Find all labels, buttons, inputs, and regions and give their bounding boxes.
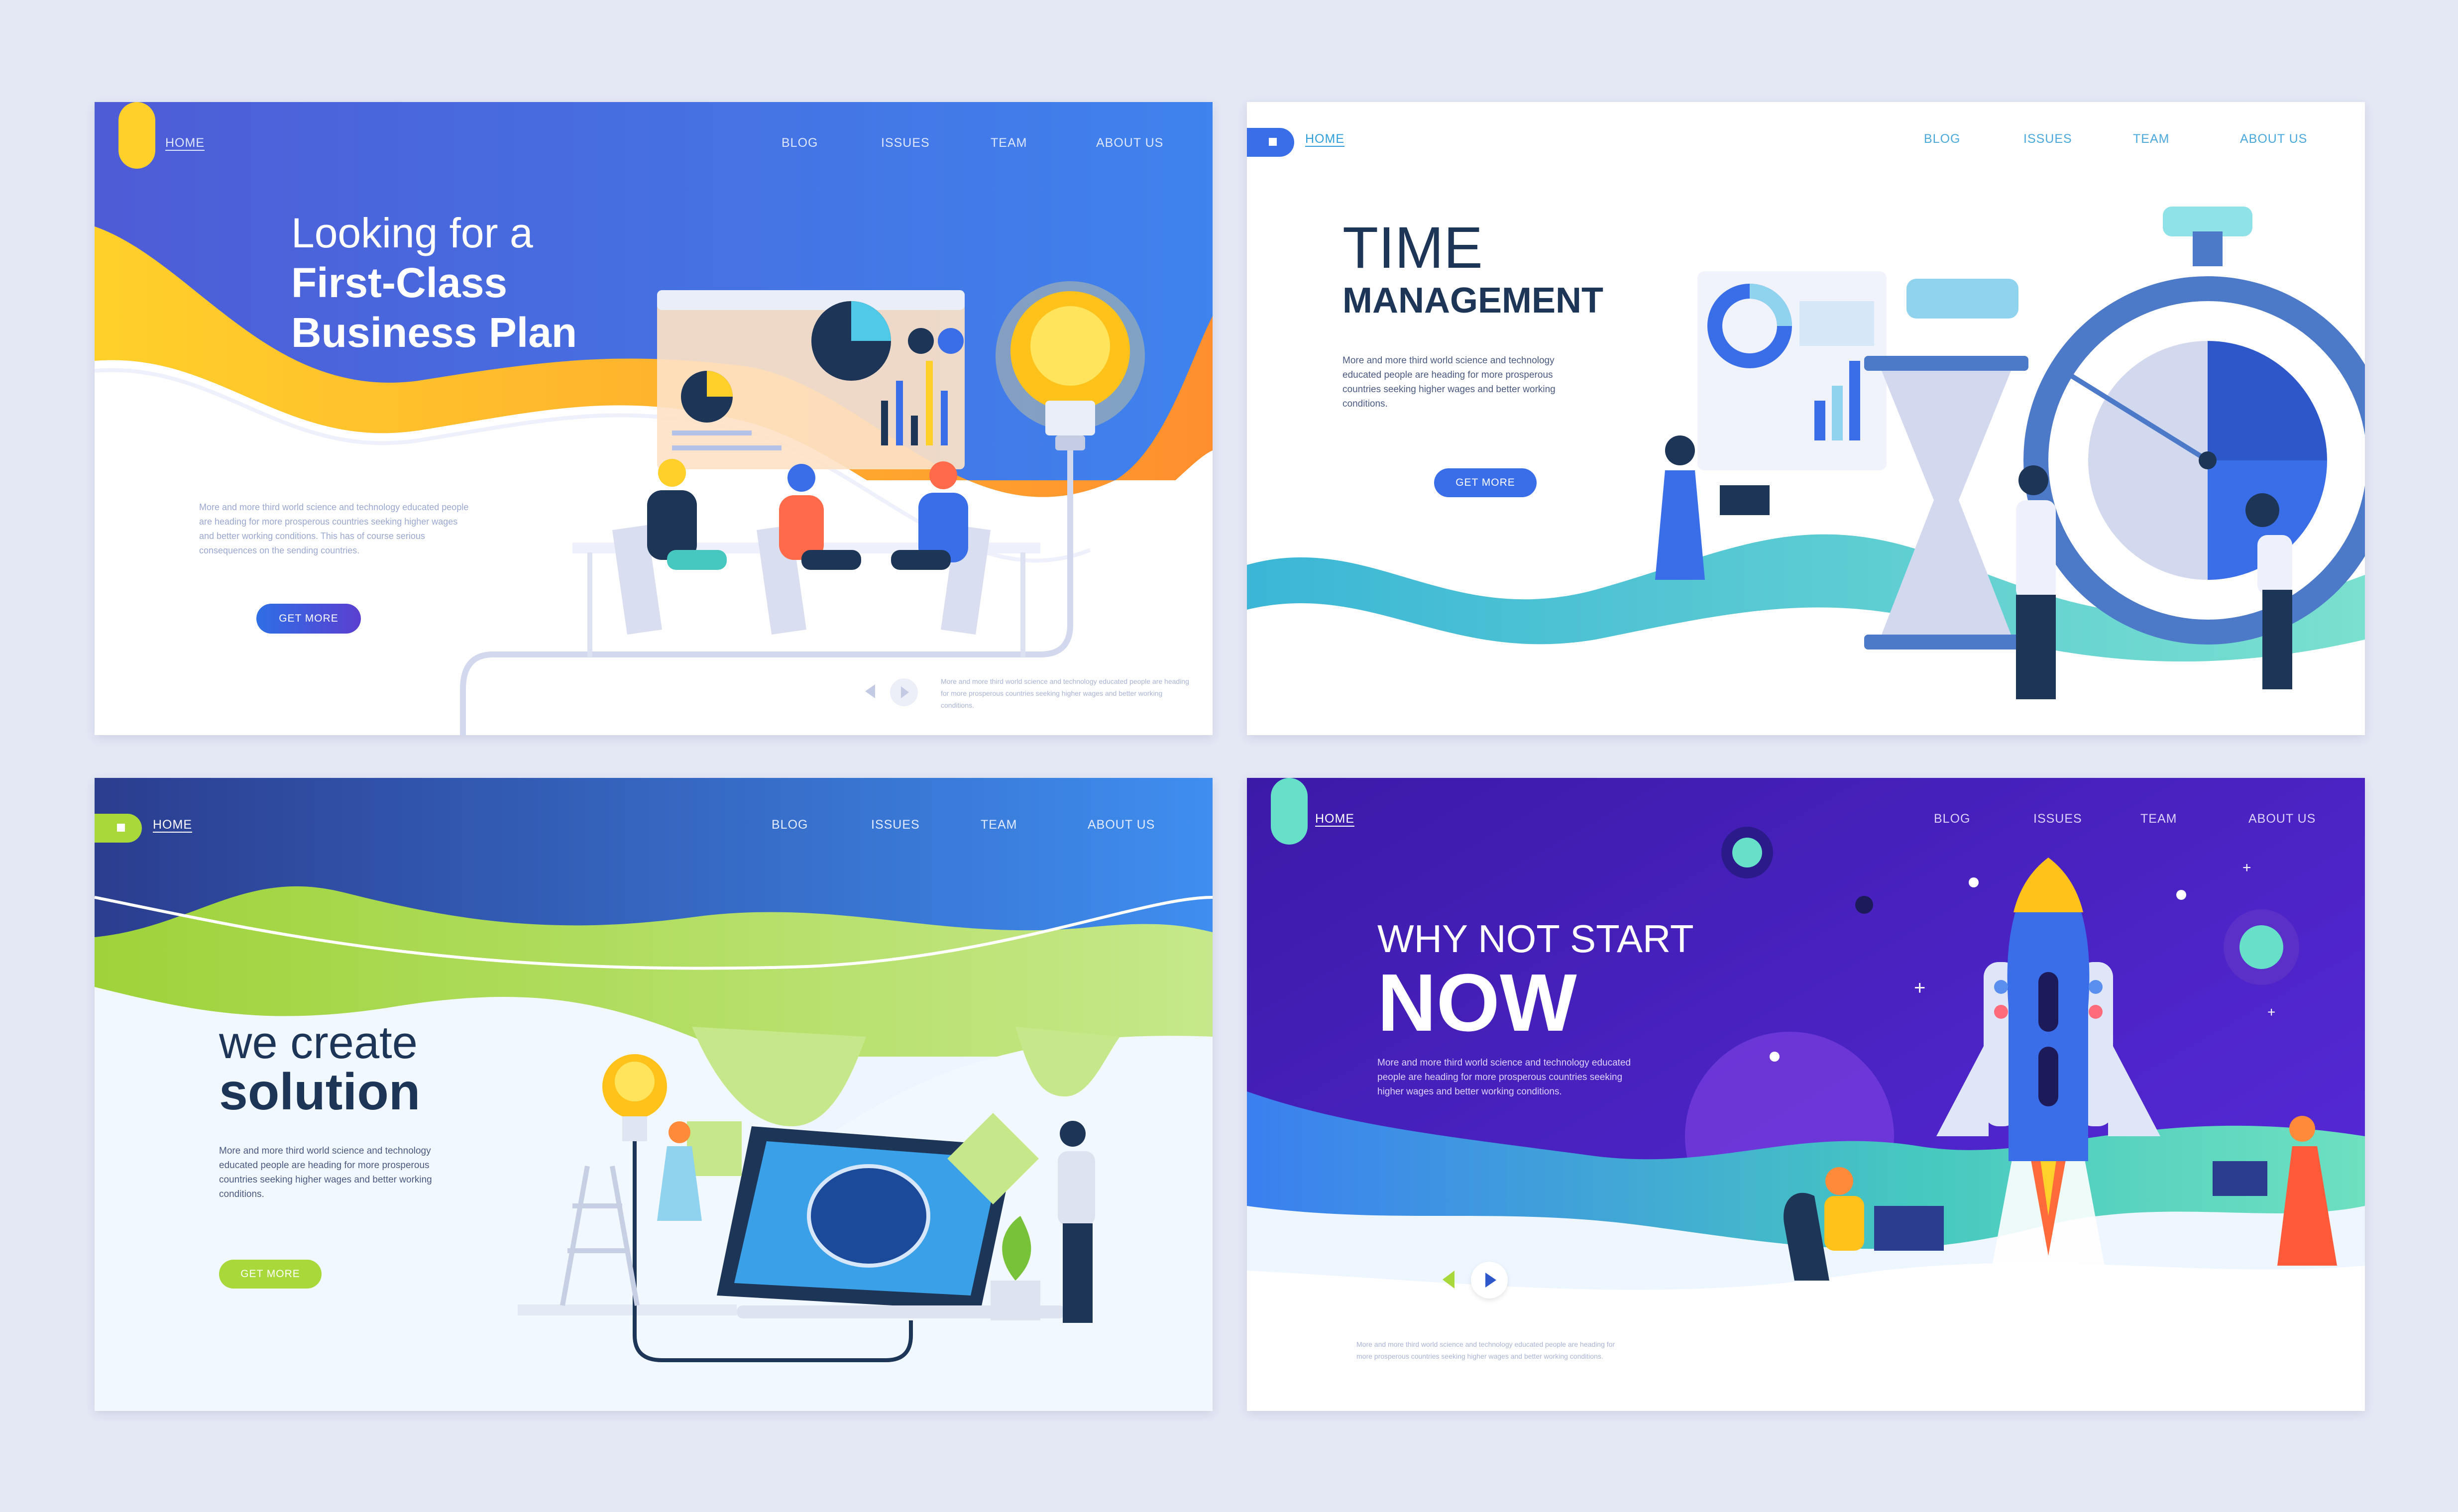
nav-blog[interactable]: BLOG bbox=[1934, 812, 1970, 826]
hero-paragraph: More and more third world science and te… bbox=[199, 502, 469, 555]
hero-title-line1: TIME bbox=[1342, 215, 1483, 281]
nav-about[interactable]: ABOUT US bbox=[2248, 812, 2316, 826]
hero-title-line1: Looking for a bbox=[291, 210, 533, 256]
get-more-button[interactable]: GET MORE bbox=[256, 604, 361, 634]
nav-issues[interactable]: ISSUES bbox=[871, 818, 920, 832]
play-icon bbox=[901, 686, 909, 698]
hero-title-line2: NOW bbox=[1377, 957, 1577, 1048]
get-more-button[interactable]: GET MORE bbox=[219, 1260, 322, 1289]
svg-text:+: + bbox=[1914, 977, 1925, 999]
hero-title-line1: we create bbox=[219, 1017, 418, 1068]
hero-title-line3: Business Plan bbox=[291, 309, 577, 356]
hero-title-line1: WHY NOT START bbox=[1377, 917, 1694, 961]
svg-text:+: + bbox=[2242, 860, 2251, 876]
nav-team[interactable]: TEAM bbox=[2140, 812, 2177, 826]
svg-text:+: + bbox=[2267, 1004, 2275, 1020]
hero-paragraph: More and more third world science and te… bbox=[1377, 1058, 1631, 1097]
play-icon bbox=[1485, 1273, 1496, 1288]
get-more-button[interactable]: GET MORE bbox=[1434, 468, 1537, 497]
hero-title-line2: solution bbox=[219, 1063, 421, 1121]
hero-title-line2: First-Class bbox=[291, 259, 508, 306]
home-icon[interactable] bbox=[114, 821, 126, 833]
nav-blog[interactable]: BLOG bbox=[772, 818, 808, 832]
prev-arrow-icon[interactable] bbox=[1443, 1271, 1454, 1289]
nav-home[interactable]: HOME bbox=[1305, 132, 1344, 146]
landing-card-create-solution: HOME BLOG ISSUES TEAM ABOUT US we create… bbox=[95, 778, 1213, 1411]
hero-paragraph: More and more third world science and te… bbox=[1342, 355, 1556, 409]
nav-issues[interactable]: ISSUES bbox=[2033, 812, 2082, 826]
next-button[interactable] bbox=[890, 678, 918, 706]
home-icon[interactable] bbox=[1267, 135, 1279, 147]
landing-card-start-now: + + + HOME BLOG ISSUES TEAM ABOUT US WHY… bbox=[1247, 778, 2365, 1411]
nav-about[interactable]: ABOUT US bbox=[1096, 136, 1163, 150]
nav-home[interactable]: HOME bbox=[165, 136, 205, 150]
nav-home[interactable]: HOME bbox=[1315, 812, 1354, 826]
nav-issues[interactable]: ISSUES bbox=[881, 136, 930, 150]
nav-about[interactable]: ABOUT US bbox=[2240, 132, 2307, 146]
next-button[interactable] bbox=[1471, 1262, 1508, 1298]
nav-blog[interactable]: BLOG bbox=[782, 136, 818, 150]
nav-issues[interactable]: ISSUES bbox=[2023, 132, 2072, 146]
nav-team[interactable]: TEAM bbox=[991, 136, 1027, 150]
hero-paragraph: More and more third world science and te… bbox=[219, 1146, 432, 1199]
hero-title-line2: MANAGEMENT bbox=[1342, 281, 1603, 321]
nav-about[interactable]: ABOUT US bbox=[1088, 818, 1155, 832]
nav-team[interactable]: TEAM bbox=[981, 818, 1017, 832]
nav-team[interactable]: TEAM bbox=[2133, 132, 2169, 146]
nav-blog[interactable]: BLOG bbox=[1924, 132, 1960, 146]
hero-illustration bbox=[1247, 102, 2365, 735]
slide-caption: More and more third world science and te… bbox=[1356, 1340, 1615, 1360]
nav-home[interactable]: HOME bbox=[153, 818, 192, 832]
slide-caption: More and more third world science and te… bbox=[941, 677, 1189, 709]
prev-arrow-icon[interactable] bbox=[865, 684, 875, 698]
landing-card-time-management: HOME BLOG ISSUES TEAM ABOUT US TIME MANA… bbox=[1247, 102, 2365, 735]
landing-card-business-plan: HOME BLOG ISSUES TEAM ABOUT US Looking f… bbox=[95, 102, 1213, 735]
hero-illustration bbox=[95, 102, 1213, 735]
